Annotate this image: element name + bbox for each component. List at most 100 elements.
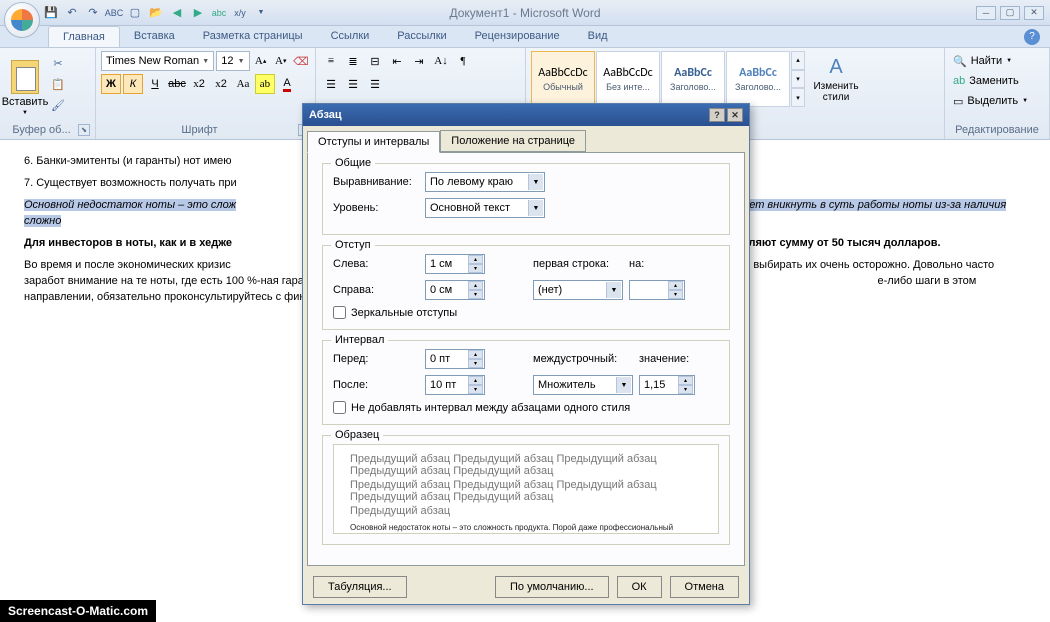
qat-dropdown-icon[interactable]: ▼ bbox=[252, 4, 270, 22]
at-spinner[interactable]: 1,15▴▾ bbox=[639, 375, 695, 395]
style-expand[interactable]: ▾ bbox=[791, 88, 805, 107]
grow-font-icon[interactable]: A▴ bbox=[252, 51, 270, 71]
cut-icon[interactable]: ✂ bbox=[47, 53, 69, 73]
indent-right-label: Справа: bbox=[333, 284, 419, 296]
after-spinner[interactable]: 10 пт▴▾ bbox=[425, 375, 485, 395]
close-button[interactable]: ✕ bbox=[1024, 6, 1044, 20]
multilevel-button[interactable]: ⊟ bbox=[365, 51, 385, 71]
firstline-select[interactable]: (нет)▼ bbox=[533, 280, 623, 300]
before-label: Перед: bbox=[333, 353, 419, 365]
indent-right-spinner[interactable]: 0 см▴▾ bbox=[425, 280, 485, 300]
superscript-button[interactable]: x2 bbox=[211, 74, 231, 94]
show-marks-button[interactable]: ¶ bbox=[453, 51, 473, 71]
play-icon[interactable]: ▶ bbox=[189, 4, 207, 22]
replace-icon: ab bbox=[953, 75, 965, 87]
style-nospacing[interactable]: AaBbCcDcБез инте... bbox=[596, 51, 660, 107]
change-case-button[interactable]: Aa bbox=[233, 74, 253, 94]
preview-box: Предыдущий абзац Предыдущий абзац Предыд… bbox=[333, 444, 719, 534]
outline-select[interactable]: Основной текст▼ bbox=[425, 198, 545, 218]
tab-mailings[interactable]: Рассылки bbox=[383, 26, 460, 47]
tab-pagination[interactable]: Положение на странице bbox=[440, 130, 586, 152]
shrink-font-icon[interactable]: A▾ bbox=[272, 51, 290, 71]
help-icon[interactable]: ? bbox=[1024, 29, 1040, 45]
font-size-combo[interactable]: 12▼ bbox=[216, 51, 249, 71]
fieldset-indent: Отступ Слева: 1 см▴▾ первая строка: на: … bbox=[322, 245, 730, 330]
firstline-label: первая строка: bbox=[533, 258, 623, 270]
mirror-indents-checkbox[interactable]: Зеркальные отступы bbox=[333, 306, 719, 319]
dialog-titlebar[interactable]: Абзац ?✕ bbox=[303, 104, 749, 126]
sort-button[interactable]: A↓ bbox=[431, 51, 451, 71]
firstline-by-spinner[interactable]: ▴▾ bbox=[629, 280, 685, 300]
change-styles-icon: A bbox=[829, 56, 842, 79]
outline-label: Уровень: bbox=[333, 202, 419, 214]
style-heading1[interactable]: AaBbCcЗаголово... bbox=[661, 51, 725, 107]
strike-button[interactable]: abc bbox=[167, 74, 187, 94]
dialog-help-button[interactable]: ? bbox=[709, 108, 725, 122]
window-controls: ─ ▢ ✕ bbox=[976, 6, 1050, 20]
increase-indent-button[interactable]: ⇥ bbox=[409, 51, 429, 71]
redo-icon[interactable]: ↷ bbox=[84, 4, 102, 22]
tabs-button[interactable]: Табуляция... bbox=[313, 576, 407, 598]
select-button[interactable]: ▭Выделить▼ bbox=[950, 91, 1044, 111]
replace-button[interactable]: abЗаменить bbox=[950, 71, 1044, 91]
copy-icon[interactable]: 📋 bbox=[47, 74, 69, 94]
style-heading2[interactable]: AaBbCcЗаголово... bbox=[726, 51, 790, 107]
undo-icon[interactable]: ↶ bbox=[63, 4, 81, 22]
tab-indents[interactable]: Отступы и интервалы bbox=[307, 131, 440, 153]
fieldset-general: Общие Выравнивание: По левому краю▼ Уров… bbox=[322, 163, 730, 235]
tab-review[interactable]: Рецензирование bbox=[461, 26, 574, 47]
style-scroll-up[interactable]: ▴ bbox=[791, 51, 805, 70]
spellcheck-icon[interactable]: ABC bbox=[105, 4, 123, 22]
format-painter-icon[interactable]: 🖌 bbox=[47, 95, 69, 115]
watermark: Screencast-O-Matic.com bbox=[0, 600, 156, 622]
before-spinner[interactable]: 0 пт▴▾ bbox=[425, 349, 485, 369]
tab-home[interactable]: Главная bbox=[48, 26, 120, 47]
replace-icon[interactable]: abc bbox=[210, 4, 228, 22]
paste-icon bbox=[11, 60, 39, 94]
save-icon[interactable]: 💾 bbox=[42, 4, 60, 22]
change-styles-button[interactable]: A Изменить стили bbox=[809, 51, 863, 107]
office-button[interactable] bbox=[4, 2, 40, 38]
font-name-combo[interactable]: Times New Roman▼ bbox=[101, 51, 214, 71]
select-icon: ▭ bbox=[953, 95, 963, 108]
align-right-button[interactable]: ☰ bbox=[365, 74, 385, 94]
decrease-indent-button[interactable]: ⇤ bbox=[387, 51, 407, 71]
after-label: После: bbox=[333, 379, 419, 391]
linespacing-select[interactable]: Множитель▼ bbox=[533, 375, 633, 395]
new-icon[interactable]: ▢ bbox=[126, 4, 144, 22]
nospace-checkbox[interactable]: Не добавлять интервал между абзацами одн… bbox=[333, 401, 719, 414]
equation-icon[interactable]: x/y bbox=[231, 4, 249, 22]
maximize-button[interactable]: ▢ bbox=[1000, 6, 1020, 20]
tab-references[interactable]: Ссылки bbox=[317, 26, 384, 47]
clipboard-launcher[interactable]: ⬊ bbox=[78, 124, 90, 136]
clear-format-icon[interactable]: ⌫ bbox=[292, 51, 310, 71]
align-left-button[interactable]: ☰ bbox=[321, 74, 341, 94]
alignment-select[interactable]: По левому краю▼ bbox=[425, 172, 545, 192]
highlight-button[interactable]: ab bbox=[255, 74, 275, 94]
back-icon[interactable]: ◀ bbox=[168, 4, 186, 22]
open-icon[interactable]: 📂 bbox=[147, 4, 165, 22]
find-button[interactable]: 🔍Найти▼ bbox=[950, 51, 1044, 71]
ok-button[interactable]: ОК bbox=[617, 576, 662, 598]
bullets-button[interactable]: ≡ bbox=[321, 51, 341, 71]
italic-button[interactable]: К bbox=[123, 74, 143, 94]
paste-button[interactable]: Вставить ▼ bbox=[5, 51, 45, 117]
tab-view[interactable]: Вид bbox=[574, 26, 622, 47]
minimize-button[interactable]: ─ bbox=[976, 6, 996, 20]
tab-layout[interactable]: Разметка страницы bbox=[189, 26, 317, 47]
default-button[interactable]: По умолчанию... bbox=[495, 576, 609, 598]
style-normal[interactable]: AaBbCcDcОбычный bbox=[531, 51, 595, 107]
style-scroll-down[interactable]: ▾ bbox=[791, 70, 805, 89]
indent-left-spinner[interactable]: 1 см▴▾ bbox=[425, 254, 485, 274]
numbering-button[interactable]: ≣ bbox=[343, 51, 363, 71]
font-color-button[interactable]: A bbox=[277, 74, 297, 94]
tab-insert[interactable]: Вставка bbox=[120, 26, 189, 47]
bold-button[interactable]: Ж bbox=[101, 74, 121, 94]
cancel-button[interactable]: Отмена bbox=[670, 576, 739, 598]
dialog-close-button[interactable]: ✕ bbox=[727, 108, 743, 122]
subscript-button[interactable]: x2 bbox=[189, 74, 209, 94]
clipboard-label: Буфер об... bbox=[12, 124, 70, 136]
underline-button[interactable]: Ч bbox=[145, 74, 165, 94]
align-center-button[interactable]: ☰ bbox=[343, 74, 363, 94]
group-clipboard: Вставить ▼ ✂ 📋 🖌 Буфер об... ⬊ bbox=[0, 48, 96, 139]
